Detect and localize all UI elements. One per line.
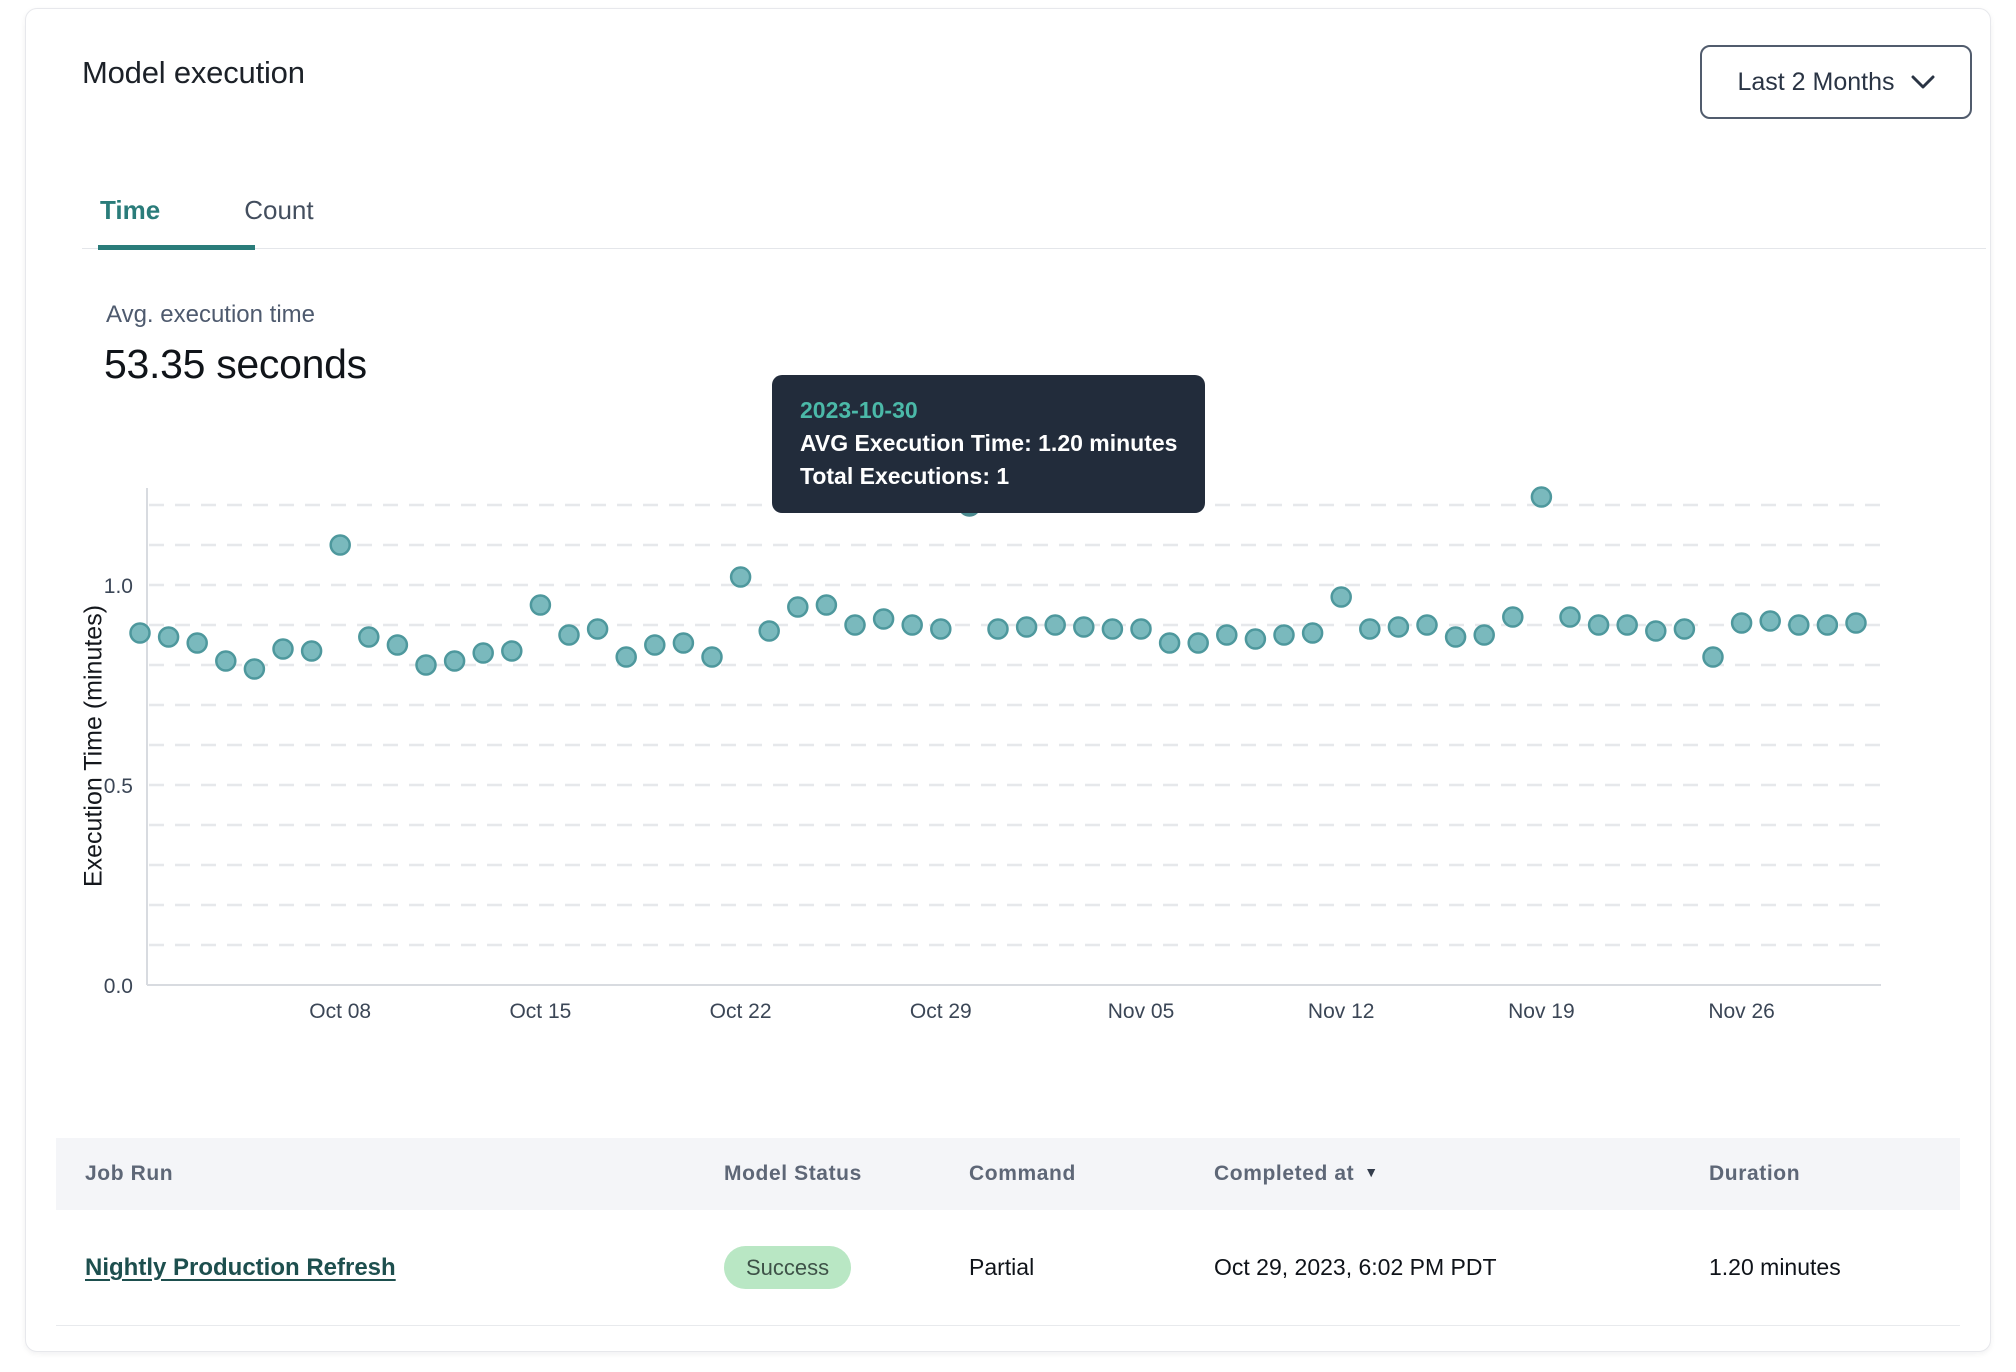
chart-tooltip: 2023-10-30 AVG Execution Time: 1.20 minu… (772, 375, 1205, 513)
data-point[interactable] (331, 536, 350, 555)
data-point[interactable] (874, 610, 893, 629)
data-point[interactable] (1589, 616, 1608, 635)
y-tick-label: 0.0 (104, 975, 133, 998)
data-point[interactable] (1675, 620, 1694, 639)
data-point[interactable] (1217, 626, 1236, 645)
data-point[interactable] (846, 616, 865, 635)
x-tick-label: Oct 29 (910, 1000, 972, 1023)
table-row: Nightly Production Refresh Success Parti… (56, 1210, 1960, 1326)
command-cell: Partial (969, 1254, 1214, 1281)
sort-descending-icon: ▼ (1364, 1164, 1378, 1180)
column-header-job-run: Job Run (85, 1162, 724, 1186)
data-point[interactable] (502, 642, 521, 661)
data-point[interactable] (645, 636, 664, 655)
data-point[interactable] (1503, 608, 1522, 627)
data-point[interactable] (1646, 622, 1665, 641)
data-point[interactable] (560, 626, 579, 645)
data-point[interactable] (588, 620, 607, 639)
data-point[interactable] (445, 652, 464, 671)
data-point[interactable] (817, 596, 836, 615)
data-point[interactable] (903, 616, 922, 635)
data-point[interactable] (674, 634, 693, 653)
data-point[interactable] (1618, 616, 1637, 635)
data-point[interactable] (731, 568, 750, 587)
data-point[interactable] (1074, 618, 1093, 637)
x-tick-label: Nov 12 (1308, 1000, 1375, 1023)
data-point[interactable] (931, 620, 950, 639)
x-tick-label: Oct 22 (710, 1000, 772, 1023)
data-point[interactable] (159, 628, 178, 647)
data-point[interactable] (617, 648, 636, 667)
data-point[interactable] (1418, 616, 1437, 635)
x-tick-label: Oct 15 (509, 1000, 571, 1023)
tooltip-avg-execution-time: AVG Execution Time: 1.20 minutes (800, 427, 1177, 460)
data-point[interactable] (1389, 618, 1408, 637)
table-header-row: Job Run Model Status Command Completed a… (56, 1138, 1960, 1210)
data-point[interactable] (1789, 616, 1808, 635)
data-point[interactable] (188, 634, 207, 653)
data-point[interactable] (703, 648, 722, 667)
data-point[interactable] (1818, 616, 1837, 635)
data-point[interactable] (131, 624, 150, 643)
tooltip-total-executions: Total Executions: 1 (800, 460, 1177, 493)
job-run-link[interactable]: Nightly Production Refresh (85, 1254, 396, 1282)
column-header-model-status: Model Status (724, 1162, 969, 1186)
data-point[interactable] (1160, 634, 1179, 653)
data-point[interactable] (1761, 612, 1780, 631)
data-point[interactable] (1532, 488, 1551, 507)
data-point[interactable] (302, 642, 321, 661)
data-point[interactable] (1446, 628, 1465, 647)
column-header-completed-at[interactable]: Completed at▼ (1214, 1162, 1709, 1186)
data-point[interactable] (1704, 648, 1723, 667)
data-point[interactable] (474, 644, 493, 663)
data-point[interactable] (1189, 634, 1208, 653)
data-point[interactable] (359, 628, 378, 647)
data-point[interactable] (788, 598, 807, 617)
data-point[interactable] (1561, 608, 1580, 627)
data-point[interactable] (1475, 626, 1494, 645)
completed-at-cell: Oct 29, 2023, 6:02 PM PDT (1214, 1254, 1709, 1281)
data-point[interactable] (245, 660, 264, 679)
duration-cell: 1.20 minutes (1709, 1254, 1960, 1281)
data-point[interactable] (1332, 588, 1351, 607)
data-point[interactable] (1132, 620, 1151, 639)
data-point[interactable] (1275, 626, 1294, 645)
data-point[interactable] (1360, 620, 1379, 639)
data-point[interactable] (274, 640, 293, 659)
x-tick-label: Nov 05 (1108, 1000, 1175, 1023)
data-point[interactable] (216, 652, 235, 671)
x-tick-label: Oct 08 (309, 1000, 371, 1023)
y-axis-title: Execution Time (minutes) (80, 605, 109, 887)
column-header-command: Command (969, 1162, 1214, 1186)
status-badge: Success (724, 1246, 851, 1289)
data-point[interactable] (1732, 614, 1751, 633)
y-tick-label: 1.0 (104, 575, 133, 598)
data-point[interactable] (388, 636, 407, 655)
data-point[interactable] (989, 620, 1008, 639)
data-point[interactable] (1847, 614, 1866, 633)
data-point[interactable] (1246, 630, 1265, 649)
column-header-duration: Duration (1709, 1162, 1960, 1186)
data-point[interactable] (417, 656, 436, 675)
data-point[interactable] (1046, 616, 1065, 635)
tooltip-date: 2023-10-30 (800, 393, 1177, 427)
data-point[interactable] (1103, 620, 1122, 639)
data-point[interactable] (760, 622, 779, 641)
data-point[interactable] (531, 596, 550, 615)
data-point[interactable] (1017, 618, 1036, 637)
active-tab-underline (98, 245, 255, 250)
x-tick-label: Nov 19 (1508, 1000, 1575, 1023)
x-tick-label: Nov 26 (1708, 1000, 1775, 1023)
data-point[interactable] (1303, 624, 1322, 643)
